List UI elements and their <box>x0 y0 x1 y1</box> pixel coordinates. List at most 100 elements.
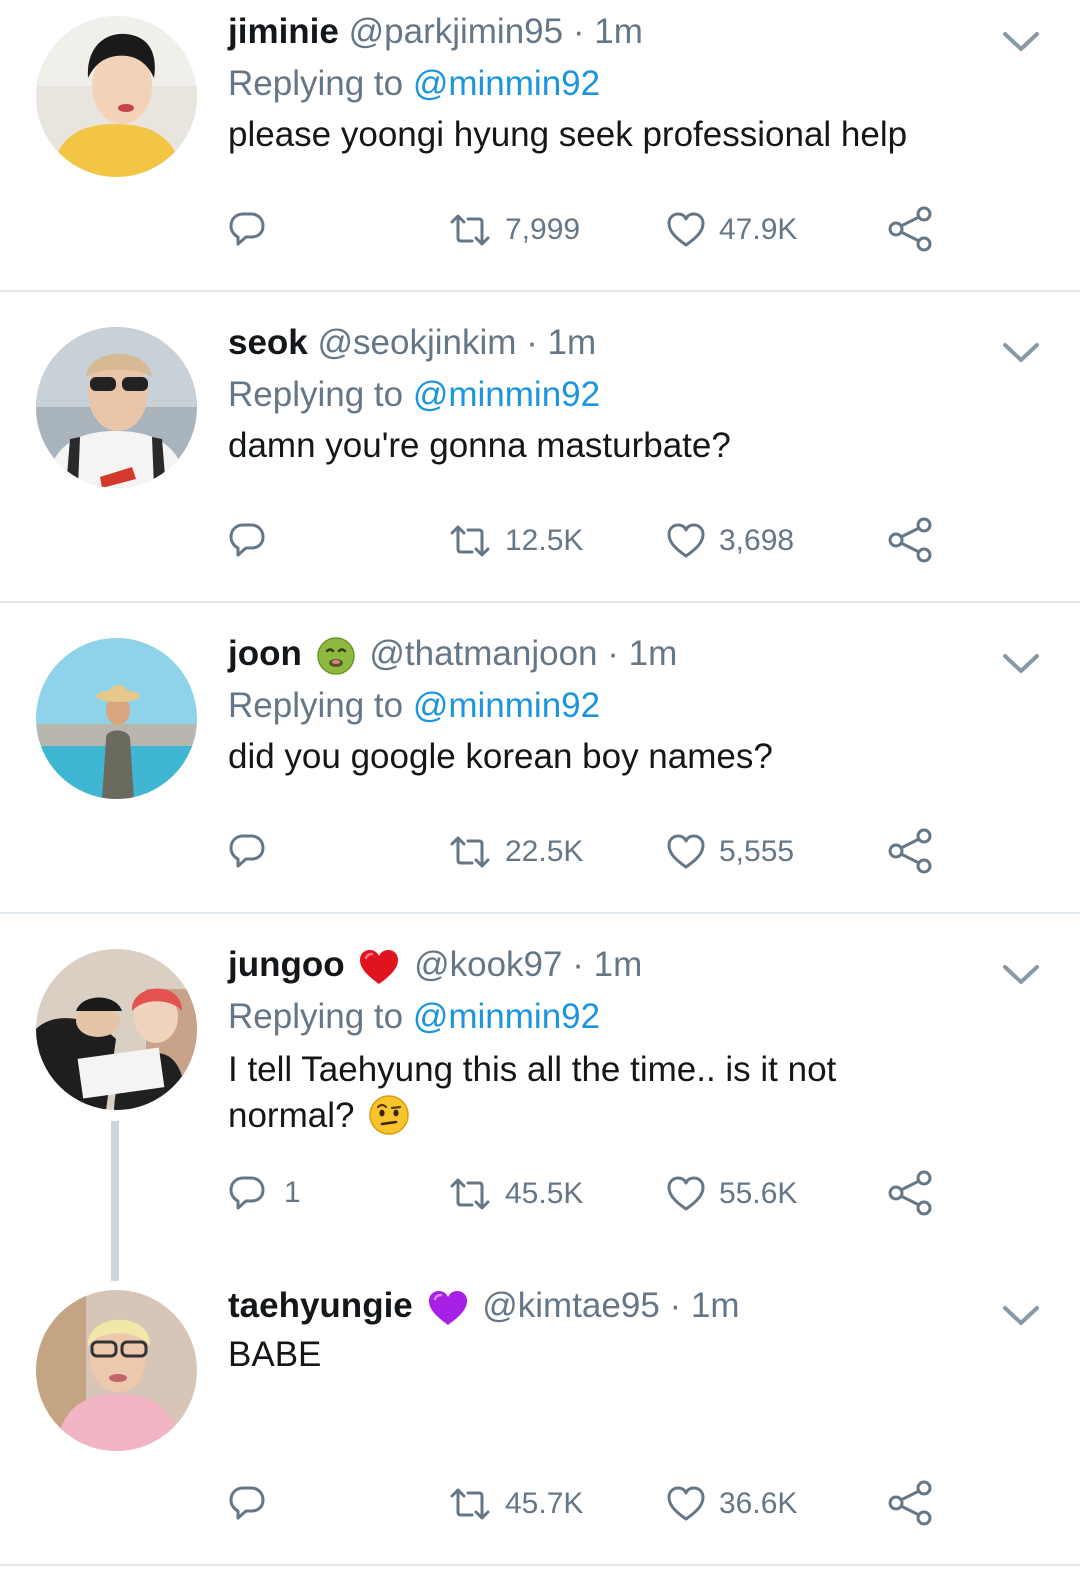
retweet-count: 45.5K <box>505 1177 584 1210</box>
replying-to: Replying to @minmin92 <box>228 686 600 726</box>
avatar[interactable] <box>36 327 197 488</box>
like-count: 5,555 <box>719 835 795 868</box>
chevron-down-icon[interactable] <box>1002 963 1040 987</box>
tweet[interactable]: jiminie @parkjimin95 · 1m Replying to @m… <box>0 0 1080 291</box>
replying-to: Replying to @minmin92 <box>228 997 600 1037</box>
timestamp: · 1m <box>669 1286 740 1325</box>
share-button[interactable] <box>888 517 933 563</box>
retweet-button[interactable]: 7,999 <box>449 212 580 248</box>
retweet-button[interactable]: 22.5K <box>449 834 583 870</box>
tweet-header: jungoo @kook97 · 1m <box>228 945 642 986</box>
tweet-text-line: I tell Taehyung this all the time.. is i… <box>228 1050 837 1089</box>
tweet[interactable]: joon @thatmanjoon · 1m Replying to @minm… <box>0 622 1080 913</box>
user-handle[interactable]: @seokjinkim <box>318 323 517 362</box>
avatar[interactable] <box>36 949 197 1110</box>
divider <box>0 290 1080 292</box>
red-heart-emoji <box>360 949 399 984</box>
share-button[interactable] <box>888 1170 933 1216</box>
retweet-icon <box>450 1178 490 1210</box>
like-count: 55.6K <box>719 1177 798 1210</box>
replying-label: Replying to <box>228 375 404 414</box>
tweet-text: please yoongi hyung seek professional he… <box>228 115 908 154</box>
tweet-header: seok @seokjinkim · 1m <box>228 323 596 363</box>
chevron-down-icon[interactable] <box>1002 652 1040 676</box>
tweet-text: I tell Taehyung this all the time.. is i… <box>228 1047 948 1139</box>
avatar[interactable] <box>36 1290 197 1451</box>
tweet-header: taehyungie @kimtae95 · 1m <box>228 1286 740 1327</box>
display-name[interactable]: joon <box>228 634 302 673</box>
tweet-header: jiminie @parkjimin95 · 1m <box>228 12 643 52</box>
share-button[interactable] <box>888 1480 933 1526</box>
reply-button[interactable] <box>229 1485 280 1521</box>
user-handle[interactable]: @thatmanjoon <box>369 634 597 673</box>
display-name[interactable]: seok <box>228 323 308 362</box>
avatar[interactable] <box>36 638 197 799</box>
replying-to-handle[interactable]: @minmin92 <box>413 64 600 103</box>
reply-icon <box>229 1176 265 1210</box>
retweet-button[interactable]: 45.7K <box>449 1486 583 1522</box>
reply-button[interactable]: 1 <box>229 1175 301 1211</box>
like-icon <box>667 834 705 869</box>
thread-connector-line <box>111 1121 119 1281</box>
user-handle[interactable]: @kimtae95 <box>482 1286 660 1325</box>
tweet-text: BABE <box>228 1335 322 1374</box>
reply-icon <box>229 523 265 557</box>
like-button[interactable]: 5,555 <box>667 834 794 870</box>
reply-button[interactable] <box>229 522 280 558</box>
user-handle[interactable]: @kook97 <box>414 945 562 984</box>
reply-count: 1 <box>284 1176 301 1209</box>
purple-heart-emoji <box>428 1290 467 1325</box>
avatar[interactable] <box>36 16 197 177</box>
replying-to-handle[interactable]: @minmin92 <box>413 375 600 414</box>
like-icon <box>667 1486 705 1521</box>
tweet-text: did you google korean boy names? <box>228 737 773 776</box>
retweet-icon <box>450 214 490 246</box>
like-button[interactable]: 55.6K <box>667 1176 797 1212</box>
like-button[interactable]: 3,698 <box>667 523 794 559</box>
tweet-actions: 1 45.5K 55.6K <box>0 1169 1080 1219</box>
like-button[interactable]: 36.6K <box>667 1486 797 1522</box>
retweet-button[interactable]: 12.5K <box>449 523 583 559</box>
face-with-raised-eyebrow-emoji <box>369 1095 409 1135</box>
retweet-icon <box>450 836 490 868</box>
retweet-count: 12.5K <box>505 524 584 557</box>
like-button[interactable]: 47.9K <box>667 212 797 248</box>
reply-icon <box>229 1486 265 1520</box>
retweet-count: 7,999 <box>505 213 581 246</box>
share-button[interactable] <box>888 828 933 874</box>
replying-to-handle[interactable]: @minmin92 <box>413 686 600 725</box>
display-name[interactable]: jiminie <box>228 12 339 51</box>
like-icon <box>667 212 705 247</box>
retweet-icon <box>450 525 490 557</box>
timestamp: · 1m <box>607 634 678 673</box>
reply-button[interactable] <box>229 211 280 247</box>
divider <box>0 601 1080 603</box>
reply-button[interactable] <box>229 833 280 869</box>
replying-label: Replying to <box>228 997 404 1036</box>
retweet-button[interactable]: 45.5K <box>449 1176 583 1212</box>
timestamp: · 1m <box>572 945 643 984</box>
replying-to: Replying to @minmin92 <box>228 64 600 104</box>
chevron-down-icon[interactable] <box>1002 30 1040 54</box>
divider <box>0 1564 1080 1566</box>
retweet-icon <box>450 1488 490 1520</box>
replying-to-handle[interactable]: @minmin92 <box>413 997 600 1036</box>
chevron-down-icon[interactable] <box>1002 341 1040 365</box>
share-icon <box>888 517 932 563</box>
share-button[interactable] <box>888 206 933 252</box>
tweet-header: joon @thatmanjoon · 1m <box>228 634 677 676</box>
tweet-actions: 7,999 47.9K <box>0 205 1080 255</box>
tweet[interactable]: seok @seokjinkim · 1m Replying to @minmi… <box>0 311 1080 602</box>
display-name[interactable]: taehyungie <box>228 1286 413 1325</box>
replying-label: Replying to <box>228 64 404 103</box>
chevron-down-icon[interactable] <box>1002 1304 1040 1328</box>
nauseated-face-emoji <box>316 637 355 675</box>
timestamp: · 1m <box>572 12 643 51</box>
tweet-actions: 45.7K 36.6K <box>0 1479 1080 1529</box>
user-handle[interactable]: @parkjimin95 <box>349 12 564 51</box>
tweet[interactable]: taehyungie @kimtae95 · 1m BABE 45.7K 36.… <box>0 1274 1080 1565</box>
tweet[interactable]: jungoo @kook97 · 1m Replying to @minmin9… <box>0 933 1080 1273</box>
reply-icon <box>229 212 265 246</box>
retweet-count: 22.5K <box>505 835 584 868</box>
display-name[interactable]: jungoo <box>228 945 345 984</box>
